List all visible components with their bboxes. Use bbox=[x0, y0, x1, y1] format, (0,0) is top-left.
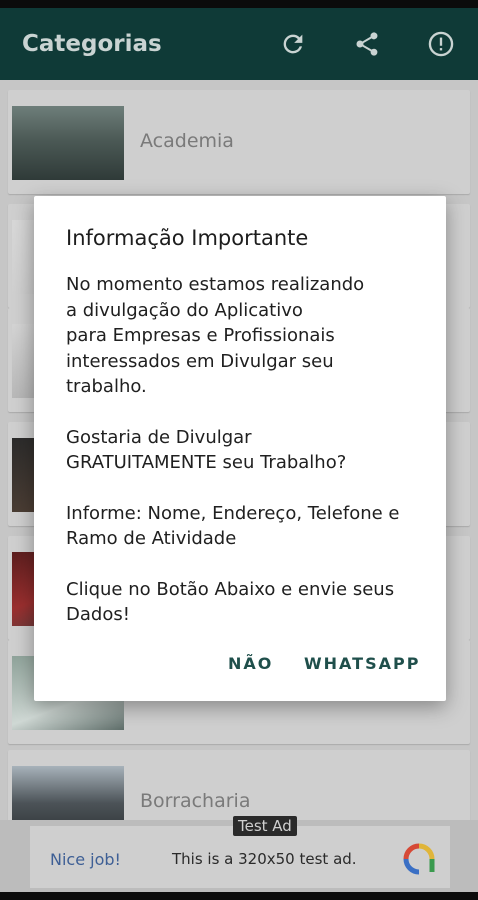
info-icon[interactable] bbox=[426, 29, 456, 59]
dialog-paragraph: Informe: Nome, Endereço, Telefone e Ramo… bbox=[66, 502, 400, 550]
ad-badge: Test Ad bbox=[233, 816, 297, 836]
app-bar: Categorias bbox=[0, 8, 478, 80]
whatsapp-button[interactable]: WHATSAPP bbox=[304, 654, 420, 673]
ad-bar: Test Ad Nice job! This is a 320x50 test … bbox=[0, 816, 478, 892]
share-icon[interactable] bbox=[352, 29, 382, 59]
dialog-paragraph: No momento estamos realizando a divulgaç… bbox=[66, 274, 365, 397]
ad-nice-text: Nice job! bbox=[50, 850, 121, 869]
category-image bbox=[12, 106, 124, 180]
status-bar bbox=[0, 0, 478, 8]
dialog-paragraph: Clique no Botão Abaixo e envie seus Dado… bbox=[66, 578, 395, 626]
dialog-title: Informação Importante bbox=[66, 226, 309, 250]
app-title: Categorias bbox=[22, 31, 162, 57]
dialog-paragraph: Gostaria de Divulgar GRATUITAMENTE seu T… bbox=[66, 426, 347, 474]
ad-logo-icon bbox=[402, 842, 436, 880]
no-button[interactable]: NÃO bbox=[228, 654, 273, 673]
ad-description: This is a 320x50 test ad. bbox=[172, 850, 357, 868]
refresh-icon[interactable] bbox=[278, 29, 308, 59]
list-item-label: Academia bbox=[140, 130, 234, 152]
category-image bbox=[12, 766, 124, 820]
info-dialog: Informação Importante No momento estamos… bbox=[34, 196, 446, 701]
list-item[interactable]: Academia bbox=[8, 90, 470, 194]
ad-banner[interactable]: Test Ad Nice job! This is a 320x50 test … bbox=[30, 816, 450, 888]
navigation-bar bbox=[0, 892, 478, 900]
dialog-message: No momento estamos realizando a divulgaç… bbox=[66, 272, 426, 653]
list-item-label: Borracharia bbox=[140, 790, 251, 812]
list-item[interactable]: Borracharia bbox=[8, 750, 470, 820]
